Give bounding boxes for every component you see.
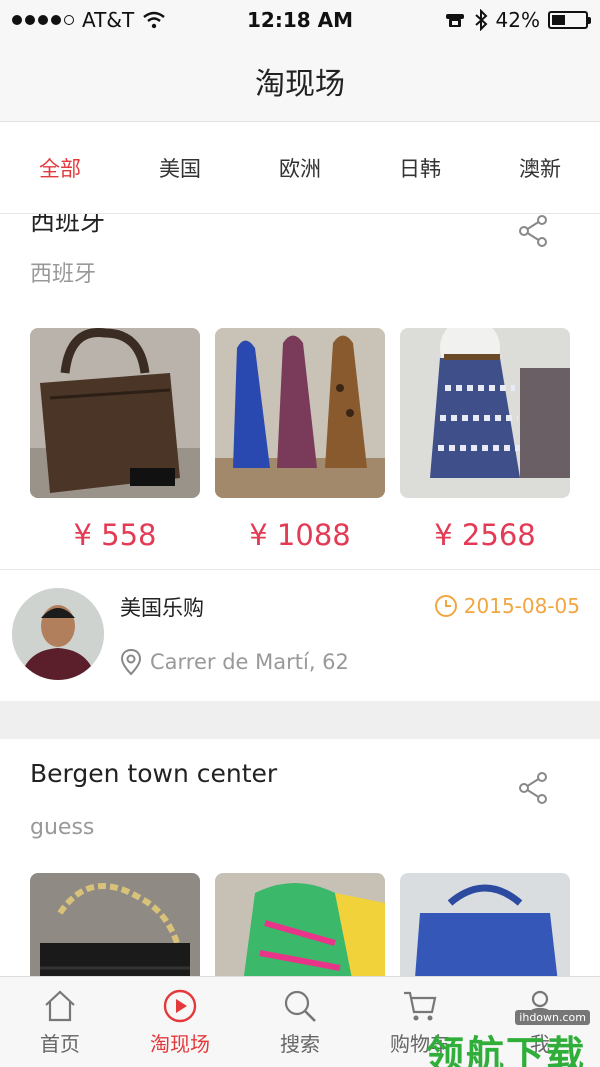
post-card[interactable]: 西班牙 西班牙 ¥ 558 ¥ 1088 ¥ 2568 xyxy=(0,214,600,570)
clock-icon xyxy=(434,595,457,617)
post-title: Bergen town center xyxy=(30,759,278,788)
product-prices: ¥ 558 ¥ 1088 ¥ 2568 xyxy=(30,518,570,552)
product-thumbnails xyxy=(30,328,570,498)
post-subtitle: 西班牙 xyxy=(30,262,97,287)
tabbar-home[interactable]: 首页 xyxy=(0,977,120,1067)
date-label: 2015-08-05 xyxy=(463,594,580,618)
signal-dots-icon xyxy=(12,15,74,25)
seller-date: 2015-08-05 xyxy=(434,594,580,618)
seller-location: Carrer de Martí, 62 xyxy=(120,648,349,676)
tab-australia-nz[interactable]: 澳新 xyxy=(480,153,600,183)
product-thumbnails xyxy=(30,873,570,976)
bluetooth-icon xyxy=(474,9,487,31)
watermark-url: ihdown.com xyxy=(515,1010,590,1025)
tab-all[interactable]: 全部 xyxy=(0,153,120,183)
post-card[interactable]: Bergen town center guess xyxy=(0,739,600,976)
feed[interactable]: 西班牙 西班牙 ¥ 558 ¥ 1088 ¥ 2568 美国乐购 2015-08… xyxy=(0,214,600,976)
status-left: AT&T xyxy=(12,8,166,32)
battery-icon xyxy=(548,11,591,29)
navigation-bar: 淘现场 xyxy=(0,40,600,122)
price-label: ¥ 1088 xyxy=(249,518,351,552)
avatar[interactable] xyxy=(12,588,104,680)
tab-japan-korea[interactable]: 日韩 xyxy=(360,153,480,183)
product-image-skirt[interactable] xyxy=(400,328,570,498)
location-label: Carrer de Martí, 62 xyxy=(150,650,349,674)
tabbar-search[interactable]: 搜索 xyxy=(240,977,360,1067)
watermark-text: 领航下载 xyxy=(425,1033,586,1067)
region-tabs: 全部 美国 欧洲 日韩 澳新 xyxy=(0,122,600,214)
tabbar-label: 淘现场 xyxy=(150,1031,210,1056)
section-divider xyxy=(0,701,600,739)
home-icon xyxy=(45,989,75,1021)
price-label: ¥ 558 xyxy=(73,518,157,552)
page-title: 淘现场 xyxy=(255,66,345,102)
product-image-high-heels[interactable] xyxy=(215,328,385,498)
post-subtitle: guess xyxy=(30,815,95,840)
play-icon xyxy=(163,989,197,1022)
seller-name: 美国乐购 xyxy=(120,596,204,620)
status-right: 42% xyxy=(444,8,591,32)
location-pin-icon xyxy=(120,648,142,676)
tabbar-live[interactable]: 淘现场 xyxy=(120,977,240,1067)
product-image-quilted-bag[interactable] xyxy=(30,873,200,976)
share-icon[interactable] xyxy=(516,214,550,248)
search-icon xyxy=(284,990,316,1022)
tabbar-label: 搜索 xyxy=(280,1031,320,1056)
carrier-label: AT&T xyxy=(82,8,135,32)
product-image-sneakers[interactable] xyxy=(215,873,385,976)
product-image-handbag[interactable] xyxy=(30,328,200,498)
tab-usa[interactable]: 美国 xyxy=(120,153,240,183)
battery-percent: 42% xyxy=(495,8,540,32)
price-label: ¥ 2568 xyxy=(434,518,536,552)
tab-europe[interactable]: 欧洲 xyxy=(240,153,360,183)
post-title: 西班牙 xyxy=(30,214,106,236)
seller-row[interactable]: 美国乐购 2015-08-05 Carrer de Martí, 62 xyxy=(0,569,600,701)
phone-icon xyxy=(445,14,464,27)
watermark-logo: ihdown.com 领航下载 xyxy=(404,1010,594,1067)
wifi-icon xyxy=(143,11,165,29)
share-icon[interactable] xyxy=(516,771,550,805)
product-image-blue-bag[interactable] xyxy=(400,873,570,976)
tabbar-label: 首页 xyxy=(40,1031,80,1056)
status-bar: AT&T 12:18 AM 42% xyxy=(0,0,600,40)
